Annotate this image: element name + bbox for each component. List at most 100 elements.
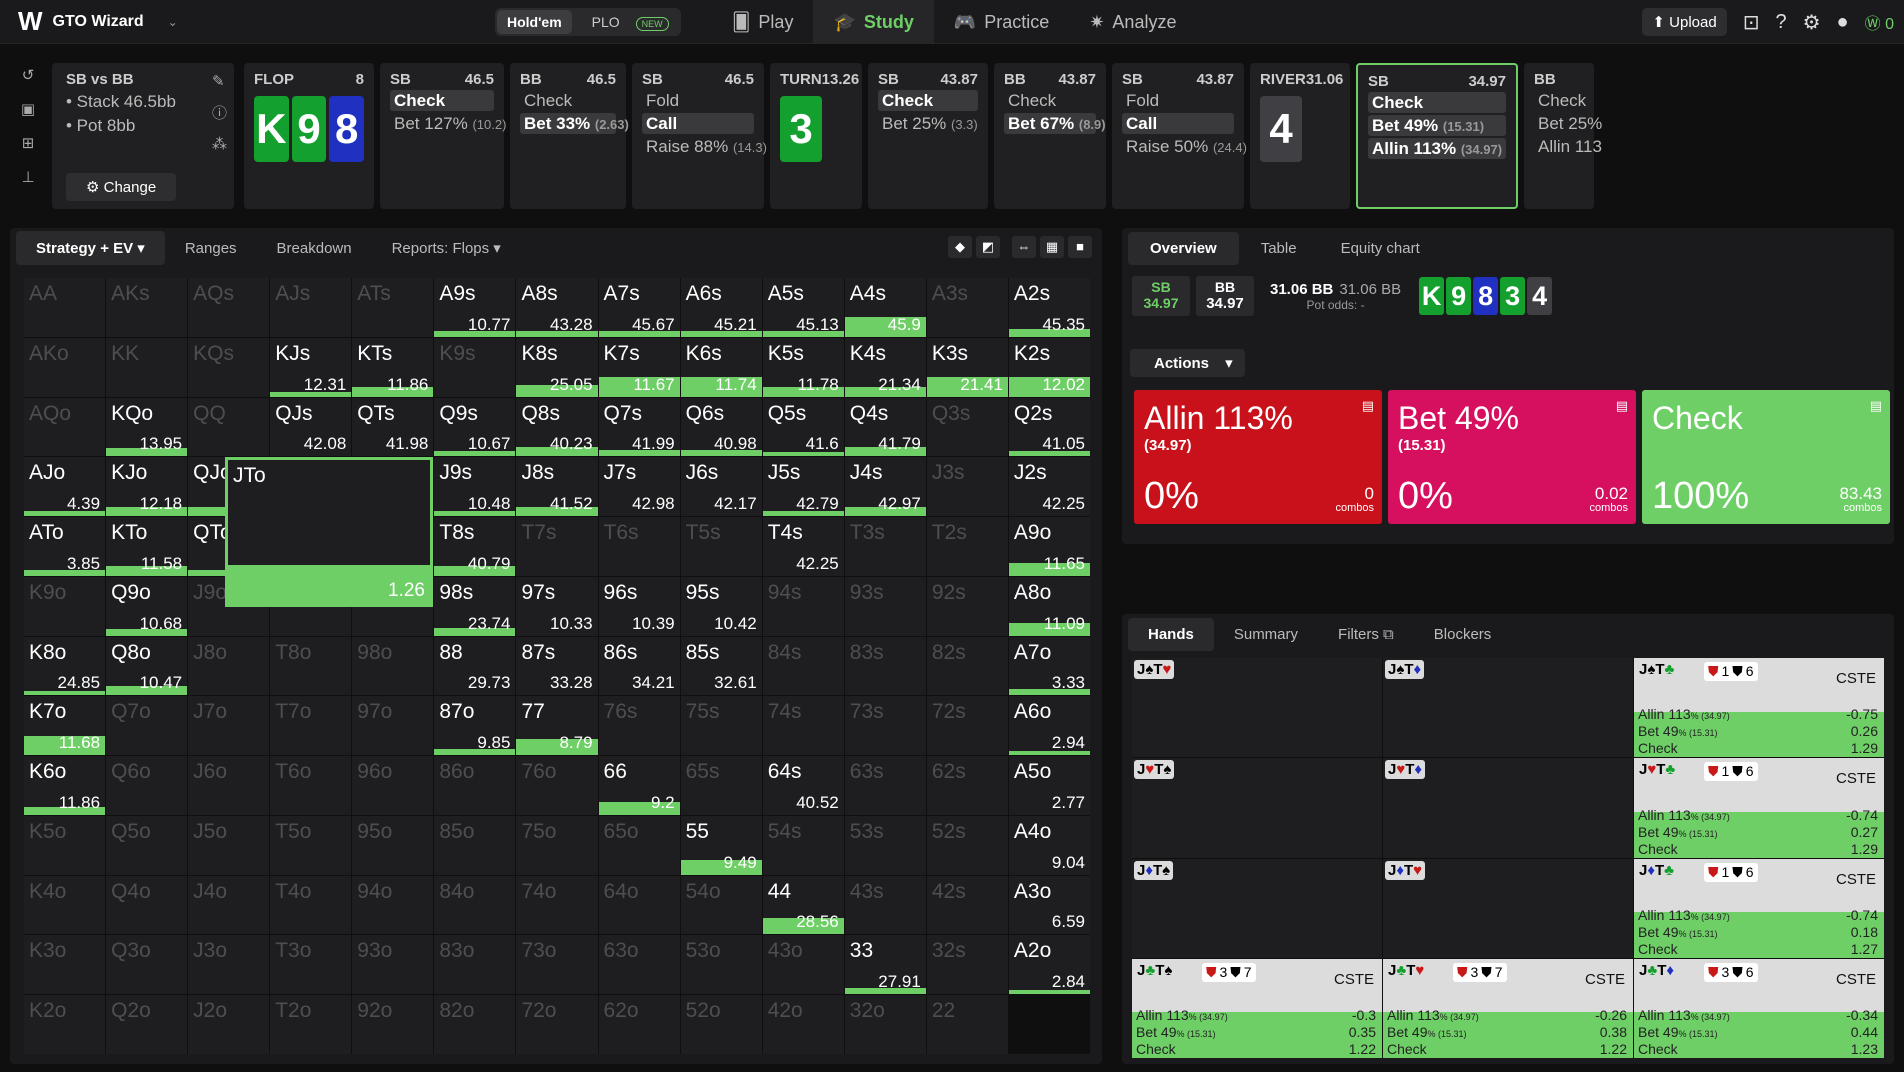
matrix-cell[interactable]: 97o bbox=[352, 696, 434, 756]
matrix-cell[interactable]: KJs 12.31 bbox=[270, 337, 352, 397]
matrix-cell[interactable]: K5o bbox=[24, 815, 106, 875]
game-plo[interactable]: PLO NEW bbox=[572, 10, 679, 34]
matrix-cell[interactable]: KTs 11.86 bbox=[352, 337, 434, 397]
matrix-cell[interactable]: 66 9.2 bbox=[598, 756, 680, 815]
matrix-cell[interactable]: J7o bbox=[188, 696, 270, 756]
matrix-cell[interactable]: 62s bbox=[926, 756, 1008, 815]
credits[interactable]: Ⓦ 0 bbox=[1865, 10, 1894, 34]
matrix-cell[interactable]: Q3o bbox=[106, 935, 188, 995]
hand-combo-cell[interactable]: J♦T♣ ⛊ 1 ⛊ 6 CSTE Allin 113% (34.97) -0.74 Bet 4… bbox=[1634, 858, 1884, 958]
matrix-cell[interactable]: 52o bbox=[680, 995, 762, 1054]
matrix-cell[interactable]: T7s bbox=[516, 517, 598, 576]
reset-icon[interactable]: ↺ bbox=[22, 66, 35, 84]
matrix-cell[interactable]: 96s 10.39 bbox=[598, 576, 680, 636]
chevron-down-icon[interactable]: ⌄ bbox=[168, 15, 178, 29]
node-option[interactable]: Check bbox=[1534, 90, 1586, 111]
matrix-cell[interactable]: A4s 45.9 bbox=[844, 278, 926, 337]
matrix-cell[interactable]: T2o bbox=[270, 995, 352, 1054]
hand-combo-cell[interactable]: J♠T♥ bbox=[1132, 658, 1382, 758]
matrix-cell[interactable]: T8s 40.79 bbox=[434, 517, 516, 576]
matrix-cell[interactable]: Q5o bbox=[106, 815, 188, 875]
node-option[interactable]: Call bbox=[1122, 113, 1234, 134]
nav-practice[interactable]: 🎮 Practice bbox=[934, 0, 1069, 44]
matrix-cell[interactable]: A3s bbox=[926, 278, 1008, 337]
matrix-cell[interactable]: 72o bbox=[516, 995, 598, 1054]
matrix-cell[interactable]: 85s 32.61 bbox=[680, 636, 762, 696]
hand-combo-cell[interactable]: J♠T♦ bbox=[1383, 658, 1633, 758]
matrix-cell[interactable]: 54s bbox=[762, 815, 844, 875]
matrix-cell[interactable]: 96o bbox=[352, 756, 434, 815]
matrix-cell[interactable]: 55 9.49 bbox=[680, 815, 762, 875]
matrix-cell[interactable]: 83o bbox=[434, 935, 516, 995]
matrix-cell[interactable]: Q2s 41.05 bbox=[1008, 397, 1090, 457]
node-option[interactable]: Check bbox=[520, 90, 616, 111]
matrix-cell[interactable]: 42o bbox=[762, 995, 844, 1054]
matrix-cell[interactable]: 64o bbox=[598, 875, 680, 935]
matrix-cell[interactable]: J2o bbox=[188, 995, 270, 1054]
matrix-cell[interactable]: T7o bbox=[270, 696, 352, 756]
logo[interactable]: W GTO Wizard ⌄ bbox=[18, 6, 178, 37]
save-icon[interactable]: ▣ bbox=[21, 100, 35, 118]
matrix-cell[interactable]: KQs bbox=[188, 337, 270, 397]
matrix-cell[interactable]: 85o bbox=[434, 815, 516, 875]
matrix-cell[interactable]: J8o bbox=[188, 636, 270, 696]
matrix-cell[interactable]: AKs bbox=[106, 278, 188, 337]
matrix-cell[interactable]: A6o 2.94 bbox=[1008, 696, 1090, 756]
matrix-cell[interactable]: A7s 45.67 bbox=[598, 278, 680, 337]
tab-reports-flops[interactable]: Reports: Flops ▾ bbox=[372, 231, 521, 265]
tree-node[interactable]: RIVER 31.06 4 bbox=[1250, 63, 1350, 209]
matrix-cell[interactable]: T4s 42.25 bbox=[762, 517, 844, 576]
matrix-cell[interactable]: 86o bbox=[434, 756, 516, 815]
grid-icon[interactable]: ▦ bbox=[1040, 236, 1064, 258]
matrix-cell[interactable]: K8s 25.05 bbox=[516, 337, 598, 397]
matrix-cell[interactable]: 98o bbox=[352, 636, 434, 696]
tree-node[interactable]: SB 46.5 Check Bet 127% (10.2) bbox=[380, 63, 506, 209]
matrix-cell[interactable]: T2s bbox=[926, 517, 1008, 576]
matrix-cell[interactable]: J9s 10.48 bbox=[434, 457, 516, 517]
gamepad-icon[interactable]: ⊞ bbox=[22, 134, 35, 152]
matrix-cell[interactable]: AJs bbox=[270, 278, 352, 337]
game-holdem[interactable]: Hold'em bbox=[497, 10, 572, 34]
hand-combo-cell[interactable]: J♣T♠ ⛊ 3 ⛊ 7 CSTE Allin 113% (34.97) -0.3 Bet 49… bbox=[1132, 958, 1382, 1058]
matrix-cell[interactable]: A2o 2.84 bbox=[1008, 935, 1090, 995]
matrix-cell[interactable]: T6o bbox=[270, 756, 352, 815]
matrix-cell[interactable]: 63o bbox=[598, 935, 680, 995]
matrix-cell[interactable]: A9o 11.65 bbox=[1008, 517, 1090, 576]
tree-node[interactable]: FLOP 8 K 9 8 bbox=[244, 63, 374, 209]
matrix-cell[interactable]: 92o bbox=[352, 995, 434, 1054]
matrix-cell[interactable]: 84o bbox=[434, 875, 516, 935]
matrix-cell[interactable]: T8o bbox=[270, 636, 352, 696]
cube-icon[interactable]: ◆ bbox=[948, 236, 972, 258]
node-option[interactable]: Fold bbox=[1122, 90, 1234, 111]
actions-dropdown[interactable]: Actions ▾ bbox=[1130, 349, 1245, 377]
matrix-cell[interactable]: 92s bbox=[926, 576, 1008, 636]
matrix-cell[interactable]: A9s 10.77 bbox=[434, 278, 516, 337]
matrix-cell[interactable]: 82s bbox=[926, 636, 1008, 696]
nodes-icon[interactable]: ⁂ bbox=[212, 135, 227, 153]
matrix-cell[interactable]: J5o bbox=[188, 815, 270, 875]
matrix-cell[interactable]: K7s 11.67 bbox=[598, 337, 680, 397]
nav-study[interactable]: 🎓 Study bbox=[813, 0, 934, 44]
matrix-cell[interactable]: 65o bbox=[598, 815, 680, 875]
matrix-cell[interactable]: J3o bbox=[188, 935, 270, 995]
tab-table[interactable]: Table bbox=[1239, 232, 1319, 265]
matrix-cell[interactable]: Q2o bbox=[106, 995, 188, 1054]
tree-node[interactable]: SB 34.97 Check Bet 49% (15.31) Allin 113% (… bbox=[1356, 63, 1518, 209]
matrix-cell[interactable]: 93s bbox=[844, 576, 926, 636]
node-option[interactable]: Bet 25% bbox=[1534, 113, 1602, 134]
matrix-cell[interactable]: Q4o bbox=[106, 875, 188, 935]
node-option[interactable]: Allin 113 bbox=[1534, 136, 1602, 157]
tree-node[interactable]: SB 43.87 Fold Call Raise 50% (24.4) bbox=[1112, 63, 1247, 209]
matrix-cell[interactable]: K9s bbox=[434, 337, 516, 397]
matrix-cell[interactable]: 62o bbox=[598, 995, 680, 1054]
matrix-cell[interactable]: 93o bbox=[352, 935, 434, 995]
matrix-cell[interactable]: 86s 34.21 bbox=[598, 636, 680, 696]
matrix-cell[interactable]: T5s bbox=[680, 517, 762, 576]
details-icon[interactable]: ▤ bbox=[1870, 398, 1882, 414]
matrix-cell[interactable]: A4o 9.04 bbox=[1008, 815, 1090, 875]
matrix-cell[interactable]: A3o 6.59 bbox=[1008, 875, 1090, 935]
matrix-cell[interactable]: K4o bbox=[24, 875, 106, 935]
matrix-cell[interactable]: 95o bbox=[352, 815, 434, 875]
node-option[interactable]: Check bbox=[878, 90, 978, 111]
matrix-cell[interactable]: K4s 21.34 bbox=[844, 337, 926, 397]
